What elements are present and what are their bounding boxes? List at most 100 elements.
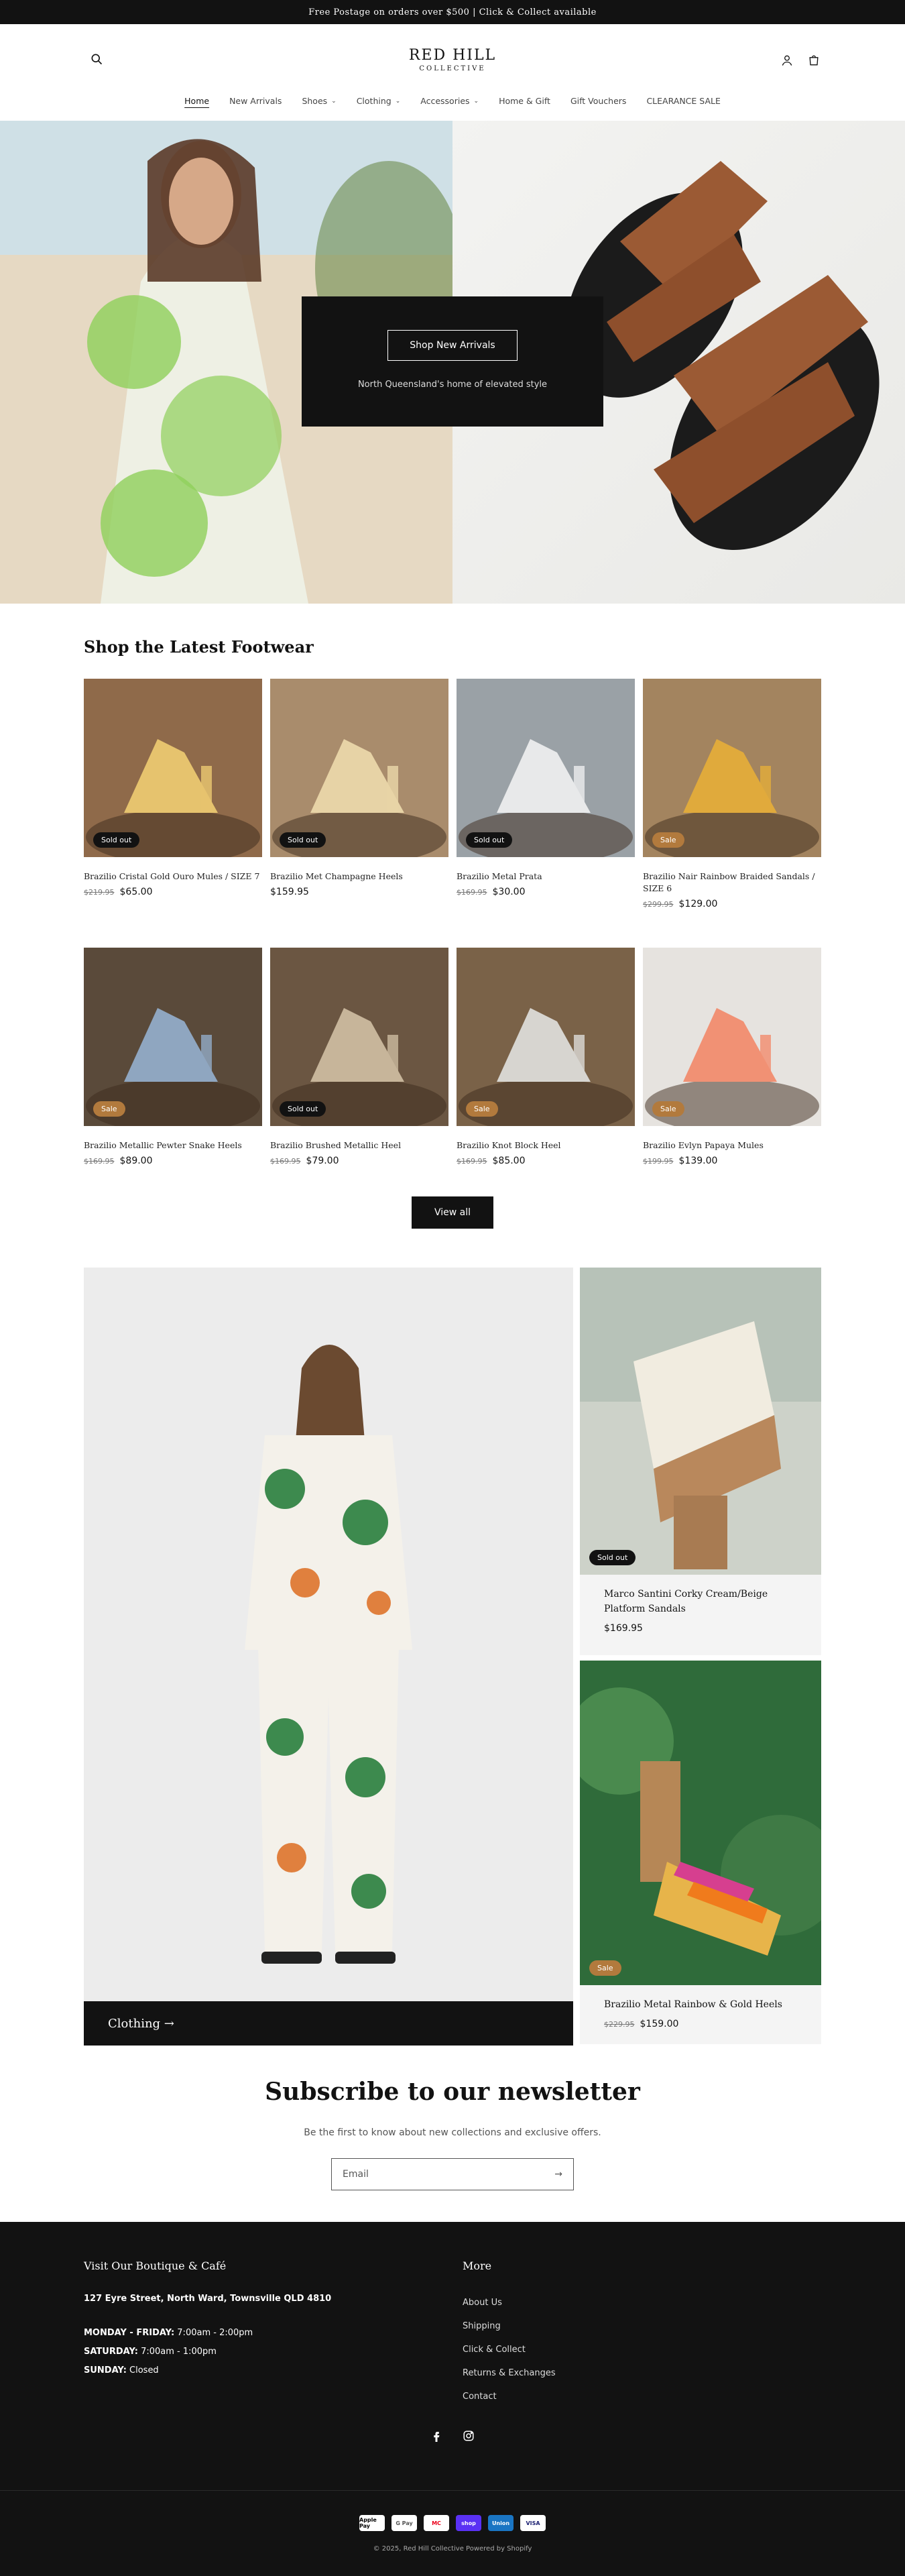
nav-label: Gift Vouchers	[570, 96, 627, 106]
payment-icon: G Pay	[391, 2515, 417, 2531]
product-price: $219.95 $65.00	[84, 887, 262, 897]
product-title[interactable]: Brazilio Evlyn Papaya Mules	[643, 1139, 821, 1152]
search-icon[interactable]	[90, 52, 103, 66]
product-card[interactable]: Sold out Brazilio Brushed Metallic Heel …	[270, 948, 448, 1166]
product-price: $299.95 $129.00	[643, 899, 821, 909]
product-price: $229.95 $159.00	[580, 2012, 821, 2029]
shop-new-arrivals-button[interactable]: Shop New Arrivals	[387, 330, 518, 361]
payment-icon: Apple Pay	[359, 2515, 385, 2531]
product-card[interactable]: Sale Brazilio Knot Block Heel $169.95 $8…	[457, 948, 635, 1166]
product-image: Sold out	[457, 679, 635, 857]
product-card[interactable]: Sold out Brazilio Metal Prata $169.95 $3…	[457, 679, 635, 909]
footer-link-contact[interactable]: Contact	[463, 2385, 556, 2408]
newsletter-title: Subscribe to our newsletter	[265, 2078, 640, 2106]
nav-item-shoes[interactable]: Shoes ⌄	[302, 96, 336, 106]
hours-row: SATURDAY: 7:00am - 1:00pm	[84, 2347, 217, 2357]
newsletter-subtitle: Be the first to know about new collectio…	[304, 2127, 601, 2138]
payment-icon: VISA	[520, 2515, 546, 2531]
price-compare: $219.95	[84, 888, 115, 897]
more-title: More	[463, 2259, 492, 2272]
hero-banner: Shop New Arrivals North Queensland's hom…	[0, 121, 905, 604]
footer-link-about-us[interactable]: About Us	[463, 2291, 556, 2314]
product-badge: Sale	[589, 1960, 621, 1976]
featured-product-card[interactable]: Sale Brazilio Metal Rainbow & Gold Heels…	[580, 1661, 821, 2044]
product-price: $169.95	[580, 1616, 821, 1634]
footer-link-click-collect[interactable]: Click & Collect	[463, 2338, 556, 2361]
payment-icon: Union	[488, 2515, 514, 2531]
product-title[interactable]: Brazilio Cristal Gold Ouro Mules / SIZE …	[84, 871, 262, 883]
product-image: Sale	[643, 948, 821, 1126]
price-current: $139.00	[678, 1156, 718, 1166]
featured-product-card[interactable]: Sold out Marco Santini Corky Cream/Beige…	[580, 1268, 821, 1655]
nav-item-clearance-sale[interactable]: CLEARANCE SALE	[646, 96, 720, 106]
site-footer: Visit Our Boutique & Café 127 Eyre Stree…	[0, 2222, 905, 2576]
site-header: RED HILL COLLECTIVE	[0, 24, 905, 98]
collection-card-clothing[interactable]: Clothing →	[84, 1268, 573, 2046]
view-all-button[interactable]: View all	[412, 1196, 493, 1229]
product-card[interactable]: Sold out Brazilio Met Champagne Heels $1…	[270, 679, 448, 909]
opening-hours: MONDAY - FRIDAY: 7:00am - 2:00pm SATURDA…	[84, 2324, 331, 2380]
site-logo[interactable]: RED HILL COLLECTIVE	[409, 47, 496, 72]
product-price: $169.95 $85.00	[457, 1156, 635, 1166]
cart-icon[interactable]	[807, 54, 821, 67]
product-card[interactable]: Sale Brazilio Nair Rainbow Braided Sanda…	[643, 679, 821, 909]
nav-item-home-gift[interactable]: Home & Gift	[499, 96, 550, 106]
nav-item-clothing[interactable]: Clothing ⌄	[357, 96, 401, 106]
product-title[interactable]: Brazilio Metallic Pewter Snake Heels	[84, 1139, 262, 1152]
product-title[interactable]: Marco Santini Corky Cream/Beige Platform…	[580, 1575, 821, 1616]
price-compare: $169.95	[270, 1157, 301, 1166]
product-card[interactable]: Sale Brazilio Metallic Pewter Snake Heel…	[84, 948, 262, 1166]
product-image: Sold out	[270, 679, 448, 857]
product-badge: Sold out	[280, 832, 326, 848]
email-placeholder: Email	[343, 2169, 369, 2180]
product-badge: Sale	[652, 832, 684, 848]
arrow-right-icon[interactable]: →	[554, 2169, 562, 2180]
facebook-icon[interactable]	[430, 2430, 442, 2445]
product-title[interactable]: Brazilio Metal Rainbow & Gold Heels	[580, 1985, 821, 2012]
nav-label: Home	[184, 96, 210, 106]
product-image: Sale	[580, 1661, 821, 1985]
product-badge: Sale	[93, 1101, 125, 1117]
hero-subtitle: North Queensland's home of elevated styl…	[357, 380, 548, 390]
payment-icon: MC	[424, 2515, 449, 2531]
nav-item-gift-vouchers[interactable]: Gift Vouchers	[570, 96, 627, 106]
price-compare: $299.95	[643, 900, 674, 909]
product-title[interactable]: Brazilio Knot Block Heel	[457, 1139, 635, 1152]
nav-label: Home & Gift	[499, 96, 550, 106]
product-card[interactable]: Sold out Brazilio Cristal Gold Ouro Mule…	[84, 679, 262, 909]
copyright: © 2025, Red Hill Collective Powered by S…	[373, 2545, 532, 2553]
product-title[interactable]: Brazilio Met Champagne Heels	[270, 871, 448, 883]
newsletter-email-field[interactable]: Email →	[331, 2158, 574, 2190]
product-price: $169.95 $79.00	[270, 1156, 448, 1166]
product-card[interactable]: Sale Brazilio Evlyn Papaya Mules $199.95…	[643, 948, 821, 1166]
product-price: $159.95	[270, 887, 448, 897]
product-image: Sold out	[270, 948, 448, 1126]
nav-item-new-arrivals[interactable]: New Arrivals	[229, 96, 282, 106]
product-title[interactable]: Brazilio Brushed Metallic Heel	[270, 1139, 448, 1152]
logo-line-2: COLLECTIVE	[419, 65, 486, 72]
footer-link-shipping[interactable]: Shipping	[463, 2314, 556, 2338]
nav-item-home[interactable]: Home	[184, 96, 209, 106]
product-title[interactable]: Brazilio Nair Rainbow Braided Sandals / …	[643, 871, 821, 895]
price-compare: $169.95	[457, 888, 487, 897]
announcement-bar: Free Postage on orders over $500 | Click…	[0, 0, 905, 24]
account-icon[interactable]	[780, 54, 794, 67]
price-current: $159.00	[640, 2019, 679, 2029]
product-badge: Sale	[466, 1101, 498, 1117]
product-grid: Sold out Brazilio Cristal Gold Ouro Mule…	[84, 679, 821, 909]
product-image: Sale	[84, 948, 262, 1126]
product-image: Sale	[457, 948, 635, 1126]
price-current: $30.00	[492, 887, 526, 897]
product-price: $169.95 $89.00	[84, 1156, 262, 1166]
clothing-collection-label[interactable]: Clothing →	[84, 2001, 573, 2046]
hours-row: MONDAY - FRIDAY: 7:00am - 2:00pm	[84, 2328, 253, 2338]
nav-item-accessories[interactable]: Accessories ⌄	[420, 96, 479, 106]
instagram-icon[interactable]	[463, 2430, 475, 2445]
price-current: $169.95	[604, 1623, 643, 1634]
price-compare: $169.95	[457, 1157, 487, 1166]
product-title[interactable]: Brazilio Metal Prata	[457, 871, 635, 883]
logo-line-1: RED HILL	[408, 47, 497, 64]
nav-label: Shoes	[302, 96, 328, 106]
footer-link-returns-exchanges[interactable]: Returns & Exchanges	[463, 2361, 556, 2385]
price-compare: $229.95	[604, 2020, 635, 2029]
